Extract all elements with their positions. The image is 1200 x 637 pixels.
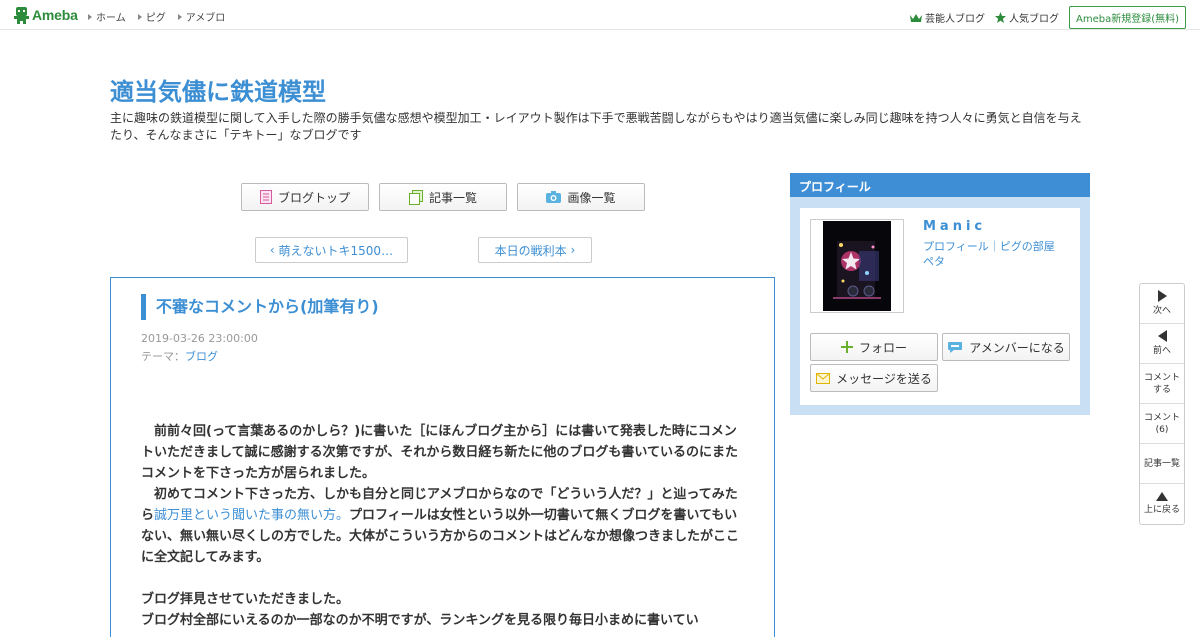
prev-article-tool[interactable]: 前へ [1140,324,1184,364]
top-right-links: 芸能人ブログ 人気ブログ Ameba新規登録(無料) [909,6,1186,29]
blog-top-label: ブログトップ [277,190,350,205]
image-list-button[interactable]: 画像一覧 [517,183,645,211]
comments-tool[interactable]: コメント (6) [1140,404,1184,444]
celeb-blog-label: 芸能人ブログ [924,14,985,25]
profile-box: プロフィール Manic プロフィール｜ピグの部屋 ペタ フォロー アメンバーに… [790,173,1090,415]
ameba-logo-text: Ameba [32,7,78,23]
article-blank-line [141,568,746,589]
popular-blog-label: 人気ブログ [1008,14,1059,25]
plus-icon [840,341,853,353]
article-paragraph: 前前々回(って言葉あるのかしら？)に書いた［にほんブログ主から］には書いて発表し… [141,424,738,481]
pigg-room-link[interactable]: ピグの部屋 [1000,240,1055,253]
write-comment-label-2: する [1152,384,1171,395]
star-icon [994,12,1006,23]
nav-home-link[interactable]: ホーム [88,9,126,24]
write-comment-label-1: コメント [1143,372,1180,383]
article: 不審なコメントから(加筆有り) 2019-03-26 23:00:00 テーマ：… [110,277,775,637]
article-body: 前前々回(って言葉あるのかしら？)に書いた［にほんブログ主から］には書いて発表し… [141,421,746,631]
prev-article-label: 萌えないトキ1500… [278,243,394,258]
blog-title[interactable]: 適当気儘に鉄道模型 [110,72,326,107]
play-right-icon [1157,290,1167,302]
comments-label: コメント [1143,412,1180,423]
article-list-button[interactable]: 記事一覧 [379,183,507,211]
next-article-tool[interactable]: 次へ [1140,284,1184,324]
prev-tool-label: 前へ [1152,346,1171,356]
profile-name[interactable]: Manic [923,219,986,234]
avatar-locomotive-picture [823,221,891,311]
avatar[interactable] [810,219,904,313]
user-profile-link[interactable]: 誠万里という聞いた事の無い方。 [154,508,349,523]
nav-pigg-link[interactable]: ピグ [138,9,166,24]
back-to-top-label: 上に戻る [1143,505,1180,515]
envelope-icon [816,372,831,384]
blog-top-button[interactable]: ブログトップ [241,183,369,211]
chevron-left-icon: ‹ [269,243,279,257]
article-paragraph: 初めてコメント下さった方、しかも自分と同じアメブロからなので「どういう人だ？」と… [141,484,746,568]
article-list-label: 記事一覧 [428,190,477,205]
arrow-up-icon [1156,492,1168,501]
send-message-label: メッセージを送る [836,371,932,386]
amember-label: アメンバーになる [969,340,1065,355]
crown-icon [909,13,922,22]
celeb-blog-link[interactable]: 芸能人ブログ [909,10,985,25]
floating-toolbar: 次へ 前へ コメント する コメント (6) 記事一覧 上に戻る [1139,283,1185,525]
article-list-tool[interactable]: 記事一覧 [1140,444,1184,484]
documents-icon [408,189,423,205]
prev-article-link[interactable]: ‹ 萌えないトキ1500… [255,237,408,263]
next-article-link[interactable]: 本日の戦利本 › [478,237,592,263]
profile-heading: プロフィール [790,173,1090,197]
follow-button[interactable]: フォロー [810,333,938,361]
send-message-button[interactable]: メッセージを送る [810,364,938,392]
article-title[interactable]: 不審なコメントから(加筆有り) [141,294,379,320]
top-nav: ホーム ピグ アメブロ [88,9,225,24]
ameba-mascot-icon [14,7,29,24]
article-paragraph: ブログ拝見させていただきました。 [141,592,350,607]
article-date: 2019-03-26 23:00:00 [141,332,258,345]
register-button[interactable]: Ameba新規登録(無料) [1068,6,1186,29]
theme-link[interactable]: ブログ [185,350,218,363]
blog-description: 主に趣味の鉄道模型に関して入手した際の勝手気儘な感想や模型加工・レイアウト製作は… [110,111,1082,142]
write-comment-tool[interactable]: コメント する [1140,364,1184,404]
list-doc-icon [259,190,272,204]
popular-blog-link[interactable]: 人気ブログ [994,10,1059,25]
follow-label: フォロー [858,340,907,355]
camera-icon [546,191,562,203]
blog-nav-buttons: ブログトップ 記事一覧 画像一覧 [241,183,645,211]
comments-count: (6) [1155,424,1169,435]
peta-link[interactable]: ペタ [923,255,945,268]
avatar-image [823,221,891,311]
chevron-right-icon: › [566,243,576,257]
theme-label: テーマ： [141,350,185,363]
global-header: Ameba ホーム ピグ アメブロ 芸能人ブログ 人気ブログ Ameba新規登録… [0,0,1200,30]
next-tool-label: 次へ [1152,306,1171,316]
article-paragraph: ブログ村全部にいえるのか一部なのか不明ですが、ランキングを見る限り毎日小まめに書… [141,613,699,628]
profile-link[interactable]: プロフィール [923,240,989,253]
article-list-tool-label: 記事一覧 [1143,458,1180,469]
profile-inner: Manic プロフィール｜ピグの部屋 ペタ フォロー アメンバーになる メッセー… [800,208,1080,405]
ameba-logo[interactable]: Ameba [14,6,78,24]
article-theme: テーマ：ブログ [141,348,218,364]
nav-ameblo-link[interactable]: アメブロ [178,9,226,24]
image-list-label: 画像一覧 [567,190,616,205]
chat-bubble-icon [948,341,963,353]
play-left-icon [1157,330,1167,342]
link-separator: ｜ [988,240,1000,253]
back-to-top-tool[interactable]: 上に戻る [1140,484,1184,524]
profile-links: プロフィール｜ピグの部屋 ペタ [923,239,1055,269]
next-article-label: 本日の戦利本 [494,243,567,258]
amember-button[interactable]: アメンバーになる [942,333,1070,361]
